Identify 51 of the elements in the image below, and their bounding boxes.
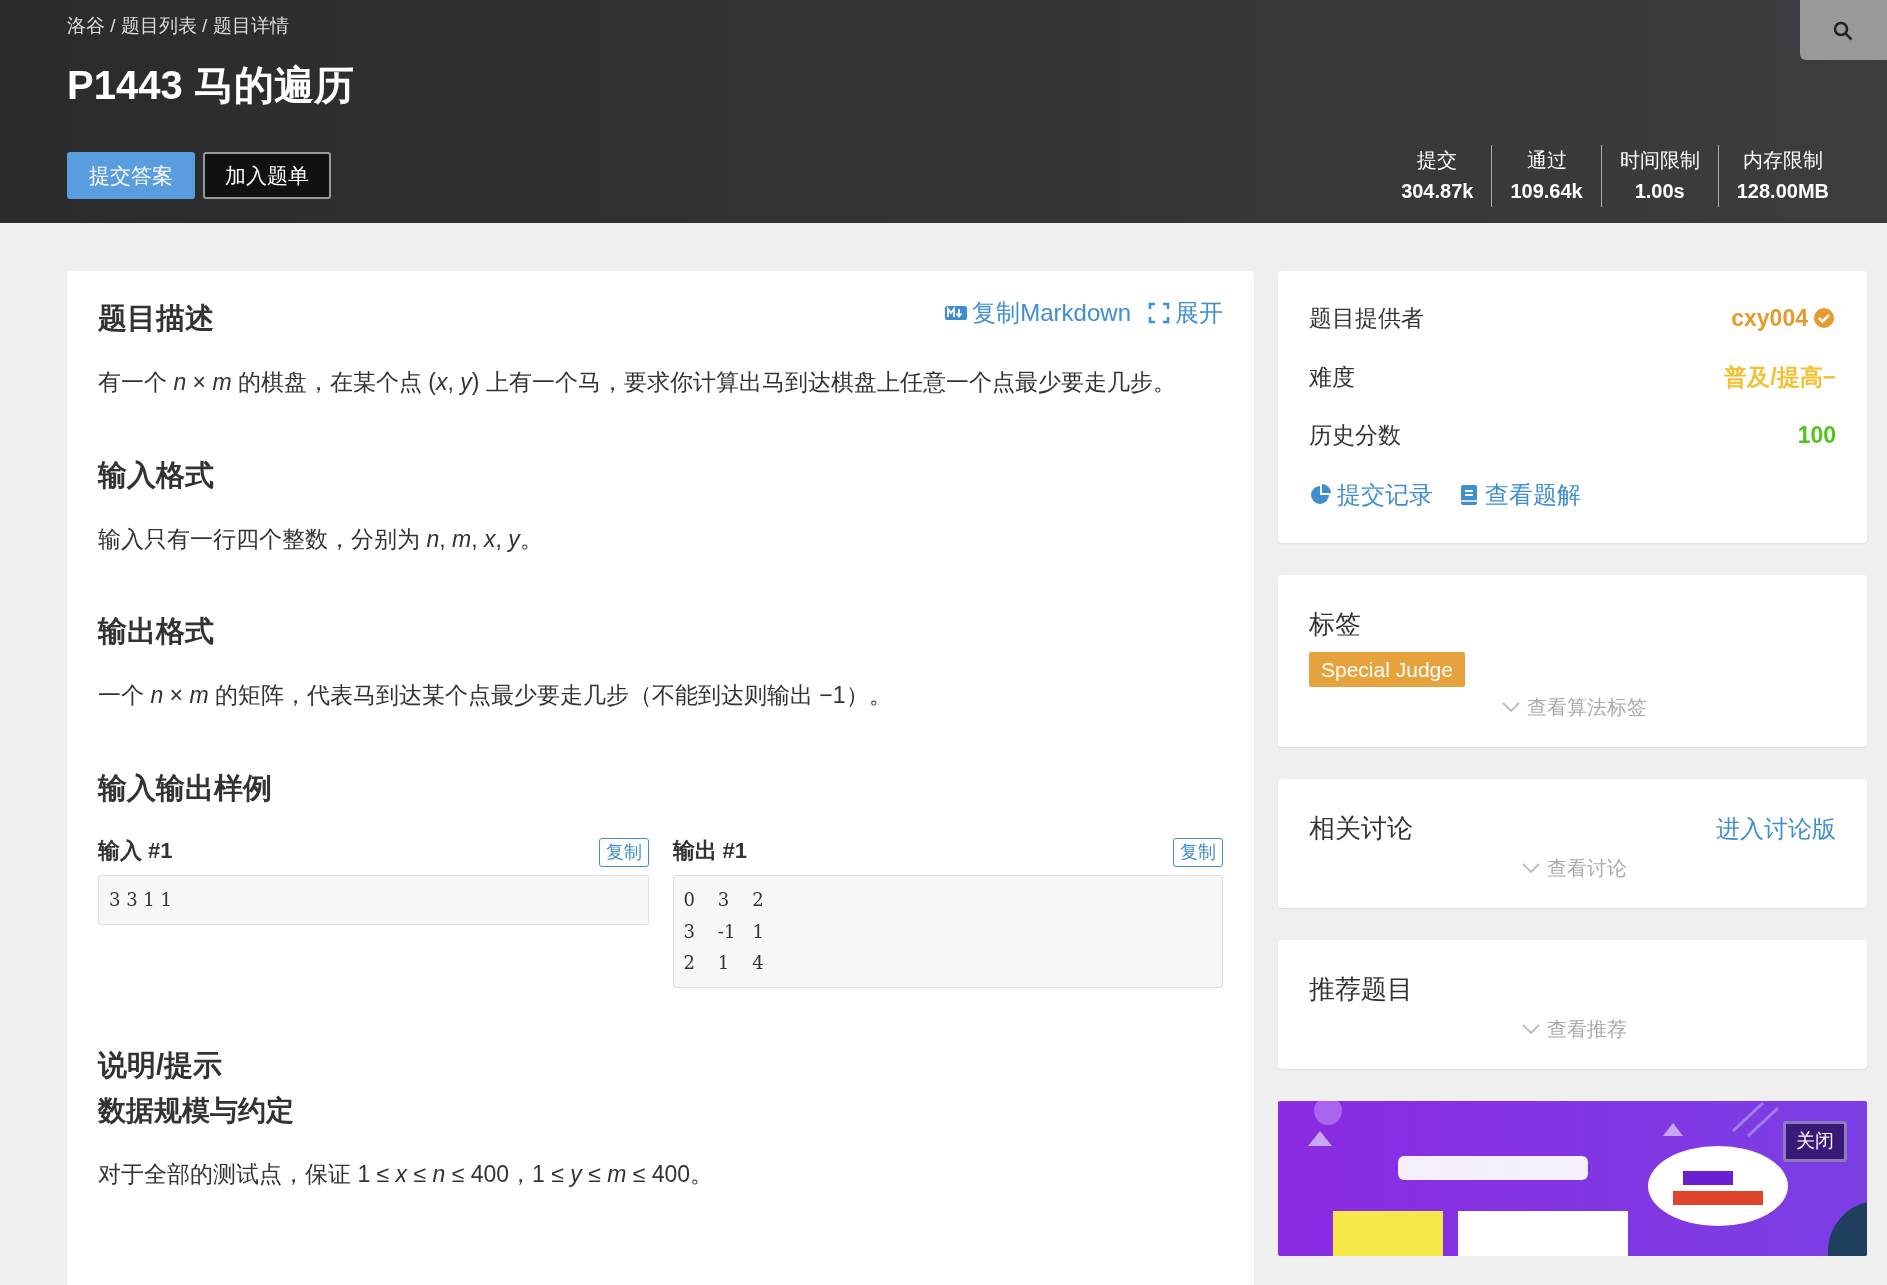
- submit-button[interactable]: 提交答案: [67, 151, 195, 199]
- expand-toggle[interactable]: 查看推荐: [1512, 1013, 1633, 1045]
- sample-code: 3 3 1 1: [98, 875, 649, 925]
- section-heading: 输出格式: [98, 614, 215, 650]
- discussion-link[interactable]: 进入讨论版: [1716, 810, 1836, 847]
- section-heading: 输入输出样例: [98, 771, 273, 806]
- info-label: 历史分数: [1309, 421, 1401, 450]
- add-to-list-button[interactable]: 加入题单: [203, 151, 331, 199]
- paragraph: 有一个 n × m 的棋盘，在某个点 (x, y) 上有一个马，要求你计算出马到达棋盘上任意一个点最少要走几步。: [98, 367, 1177, 397]
- sample-label: 输出 #1: [672, 837, 748, 865]
- submissions-link[interactable]: 提交记录: [1309, 476, 1433, 513]
- expand-toggle[interactable]: 查看讨论: [1512, 852, 1633, 884]
- verified-badge-icon: [1812, 306, 1836, 331]
- card-title: 推荐题目: [1309, 973, 1414, 1006]
- stat-value: 109.64k: [1510, 179, 1583, 204]
- info-label: 难度: [1309, 362, 1355, 392]
- pie-chart-icon: [1309, 482, 1333, 507]
- stat-label: 时间限制: [1619, 148, 1700, 173]
- sample-label: 输入 #1: [98, 837, 173, 865]
- section-heading: 输入格式: [98, 457, 215, 493]
- user-link[interactable]: cxy004: [1731, 301, 1808, 336]
- paragraph: 一个 n × m 的矩阵，代表马到达某个点最少要走几步（不能到达则输出 −1）。: [98, 681, 893, 711]
- copy-button[interactable]: 复制: [598, 838, 649, 867]
- stat-value: 1.00s: [1633, 179, 1686, 204]
- solutions-link[interactable]: 查看题解: [1457, 476, 1581, 513]
- expand-link[interactable]: 展开: [1147, 295, 1223, 332]
- expand-icon: [1147, 301, 1171, 326]
- card-title: 相关讨论: [1309, 812, 1413, 845]
- sample-code: 0 3 2 3 -1 1 2 1 4: [672, 875, 1223, 988]
- info-label: 题目提供者: [1309, 304, 1424, 333]
- copy-markdown-link[interactable]: 复制Markdown: [944, 295, 1131, 332]
- paragraph: 对于全部的测试点，保证 1 ≤ x ≤ n ≤ 400，1 ≤ y ≤ m ≤ 400。: [98, 1159, 715, 1189]
- breadcrumb[interactable]: 洛谷 / 题目列表 / 题目详情: [67, 12, 289, 41]
- sub-heading: 数据规模与约定: [98, 1094, 295, 1128]
- paragraph: 输入只有一行四个整数，分别为 n, m, x, y。: [98, 524, 544, 554]
- search-button[interactable]: [1800, 0, 1887, 60]
- page-title: P1443 马的遍历: [67, 62, 355, 109]
- card-title: 标签: [1309, 607, 1362, 641]
- tag[interactable]: Special Judge: [1309, 651, 1465, 687]
- stat-value: 304.87k: [1401, 179, 1474, 204]
- section-heading: 说明/提示: [98, 1047, 224, 1083]
- stat-value: 128.00MB: [1736, 179, 1829, 204]
- info-value: 普及/提高−: [1724, 362, 1836, 392]
- stat-label: 内存限制: [1741, 148, 1824, 173]
- close-button[interactable]: 关闭: [1783, 1121, 1847, 1162]
- section-heading: 题目描述: [98, 301, 214, 336]
- stat-label: 通过: [1525, 148, 1568, 173]
- expand-toggle[interactable]: 查看算法标签: [1492, 691, 1653, 723]
- stat-label: 提交: [1416, 148, 1459, 173]
- copy-button[interactable]: 复制: [1173, 838, 1223, 867]
- info-value: 100: [1797, 421, 1836, 450]
